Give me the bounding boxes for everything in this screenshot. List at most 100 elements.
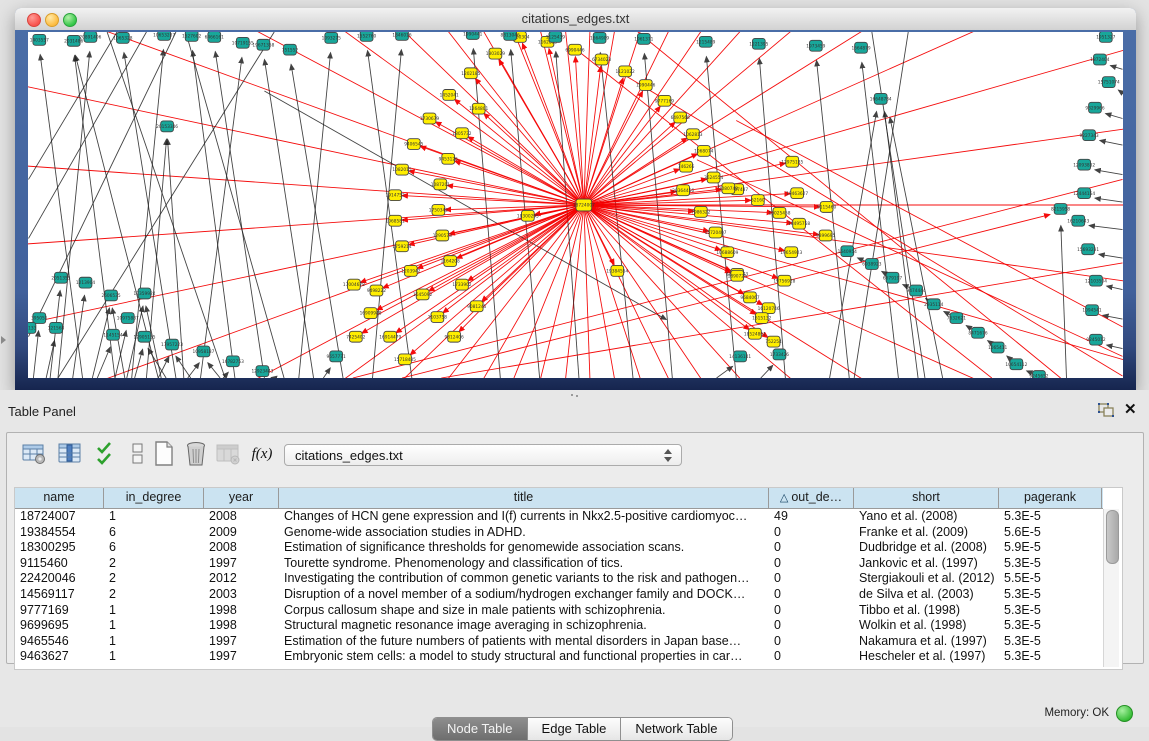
function-builder-icon[interactable]: f(x): [249, 441, 275, 467]
graph-node[interactable]: 1914752: [386, 190, 405, 201]
table-row[interactable]: 1830029562008Estimation of significance …: [15, 540, 1103, 556]
tab-node-table[interactable]: Node Table: [433, 718, 528, 740]
graph-node[interactable]: 9115460: [817, 202, 836, 213]
column-header-name[interactable]: name: [15, 488, 104, 508]
graph-node[interactable]: 1640954: [838, 246, 857, 257]
graph-node[interactable]: 12444154: [1073, 188, 1095, 199]
graph-node[interactable]: 9081245: [467, 301, 486, 312]
graph-node[interactable]: 17957223: [161, 339, 183, 350]
column-header-title[interactable]: title: [279, 488, 769, 508]
graph-node[interactable]: 1065328: [113, 32, 132, 43]
graph-node[interactable]: 1087201: [431, 179, 450, 190]
graph-node[interactable]: 9329966: [1085, 102, 1104, 113]
network-canvas[interactable]: 1803029120218514520411730679940654510820…: [28, 32, 1123, 378]
graph-node[interactable]: 9245012: [1086, 334, 1105, 345]
graph-node[interactable]: 9498222: [367, 285, 386, 296]
vertical-scrollbar[interactable]: [1103, 509, 1119, 667]
graph-node[interactable]: 1615132: [752, 313, 771, 324]
graph-node[interactable]: 10719155: [232, 37, 254, 48]
graph-node[interactable]: 1872404: [1090, 54, 1109, 65]
graph-node[interactable]: 1093275: [322, 32, 341, 43]
table-row[interactable]: 911546021997Tourette syndrome. Phenomeno…: [15, 556, 1103, 572]
graph-node[interactable]: 16210643: [1067, 215, 1089, 226]
graph-node[interactable]: 9777169: [655, 95, 674, 106]
float-panel-icon[interactable]: [1098, 403, 1115, 418]
table-row[interactable]: 1456911722003Disruption of a novel membe…: [15, 587, 1103, 603]
column-header-out_de[interactable]: △out_de…: [769, 488, 854, 508]
graph-node[interactable]: 10958187: [192, 346, 214, 357]
graph-node[interactable]: 20153346: [156, 121, 178, 132]
graph-node[interactable]: 1664879: [851, 42, 870, 53]
split-collapse-icon[interactable]: [1, 336, 6, 344]
table-row[interactable]: 1872400712008Changes of HCN gene express…: [15, 509, 1103, 525]
graph-node[interactable]: 6466161: [205, 32, 224, 42]
graph-node[interactable]: 1803029: [486, 48, 505, 59]
graph-node[interactable]: 746266: [678, 161, 695, 172]
graph-node[interactable]: 1203942: [401, 265, 420, 276]
close-panel-icon[interactable]: ✕: [1124, 400, 1137, 418]
tab-network-table[interactable]: Network Table: [621, 718, 731, 740]
graph-node[interactable]: 6938923: [862, 259, 881, 270]
graph-node[interactable]: 6679197: [883, 272, 902, 283]
graph-node[interactable]: 1068074: [694, 146, 713, 157]
graph-node[interactable]: 1290573: [433, 230, 452, 241]
merge-rows-icon[interactable]: [125, 441, 151, 467]
column-header-short[interactable]: short: [854, 488, 999, 508]
table-row[interactable]: 946362711997Embryonic stem cells: a mode…: [15, 649, 1103, 665]
table-row[interactable]: 977716911998Corpus callosum shape and si…: [15, 603, 1103, 619]
graph-node[interactable]: 17359924: [133, 288, 155, 299]
table-row[interactable]: 969969511998Structural magnetic resonanc…: [15, 618, 1103, 634]
delete-trash-icon[interactable]: [183, 441, 209, 467]
graph-node[interactable]: 15718485: [394, 354, 416, 365]
table-header-row[interactable]: namein_degreeyeartitle△out_de…shortpager…: [15, 488, 1103, 509]
graph-node[interactable]: 1215489: [696, 36, 715, 47]
graph-node[interactable]: 1527602: [182, 32, 201, 41]
graph-node[interactable]: 19671358: [252, 39, 274, 50]
graph-node[interactable]: 1403557: [30, 34, 49, 45]
graph-node[interactable]: 1664909: [590, 32, 609, 43]
graph-node[interactable]: 1990446: [636, 80, 655, 91]
graph-node[interactable]: 12975185: [781, 156, 803, 167]
table-row[interactable]: 946554611997Estimation of the future num…: [15, 634, 1103, 650]
graph-node[interactable]: 10654112: [1005, 359, 1027, 370]
graph-node[interactable]: 9406545: [404, 139, 423, 150]
graph-node[interactable]: 9899695: [816, 230, 835, 241]
new-table-icon[interactable]: [151, 441, 177, 467]
graph-node[interactable]: 9657771: [327, 351, 346, 362]
graph-node[interactable]: 16782753: [222, 356, 244, 367]
select-checks-icon[interactable]: [93, 441, 119, 467]
graph-node[interactable]: 1125439: [546, 32, 565, 42]
graph-node[interactable]: 1846016: [392, 32, 411, 40]
graph-node[interactable]: 18724007: [573, 199, 595, 211]
graph-node[interactable]: 19654923: [780, 247, 802, 258]
graph-node[interactable]: 12093832: [1073, 159, 1095, 170]
tab-edge-table[interactable]: Edge Table: [528, 718, 622, 740]
graph-node[interactable]: 9474444: [906, 285, 925, 296]
column-visibility-icon[interactable]: [57, 441, 83, 467]
graph-node[interactable]: 8471676: [968, 327, 987, 338]
table-body[interactable]: 1872400712008Changes of HCN gene express…: [15, 509, 1103, 665]
graph-node[interactable]: 15751074: [1098, 77, 1120, 88]
graph-node[interactable]: 6497568: [671, 112, 690, 123]
graph-node[interactable]: 1121022: [616, 66, 635, 77]
graph-node[interactable]: 3624554: [704, 172, 723, 183]
graph-node[interactable]: 10975887: [117, 313, 139, 324]
graph-node[interactable]: 14136141: [729, 351, 751, 362]
graph-node[interactable]: 9812406: [444, 331, 463, 342]
graph-node[interactable]: 1750342: [429, 205, 448, 216]
graph-node[interactable]: 395051: [31, 313, 48, 324]
graph-node[interactable]: 17004678: [343, 279, 365, 290]
graph-node[interactable]: 1145154: [103, 329, 122, 340]
graph-node[interactable]: 9227343: [1079, 130, 1098, 141]
column-header-in_degree[interactable]: in_degree: [104, 488, 204, 508]
graph-node[interactable]: 1103758: [428, 312, 447, 323]
graph-node[interactable]: 2935114: [924, 299, 943, 310]
graph-node[interactable]: 752254: [765, 336, 782, 347]
graph-node[interactable]: 16914479: [379, 331, 401, 342]
graph-node[interactable]: 1973459: [806, 40, 825, 51]
graph-node[interactable]: 1221395: [749, 38, 768, 49]
graph-node[interactable]: 1213904: [76, 277, 95, 288]
table-settings-icon[interactable]: [21, 441, 47, 467]
graph-node[interactable]: 16648784: [870, 93, 892, 104]
graph-node[interactable]: 39133: [28, 322, 37, 333]
